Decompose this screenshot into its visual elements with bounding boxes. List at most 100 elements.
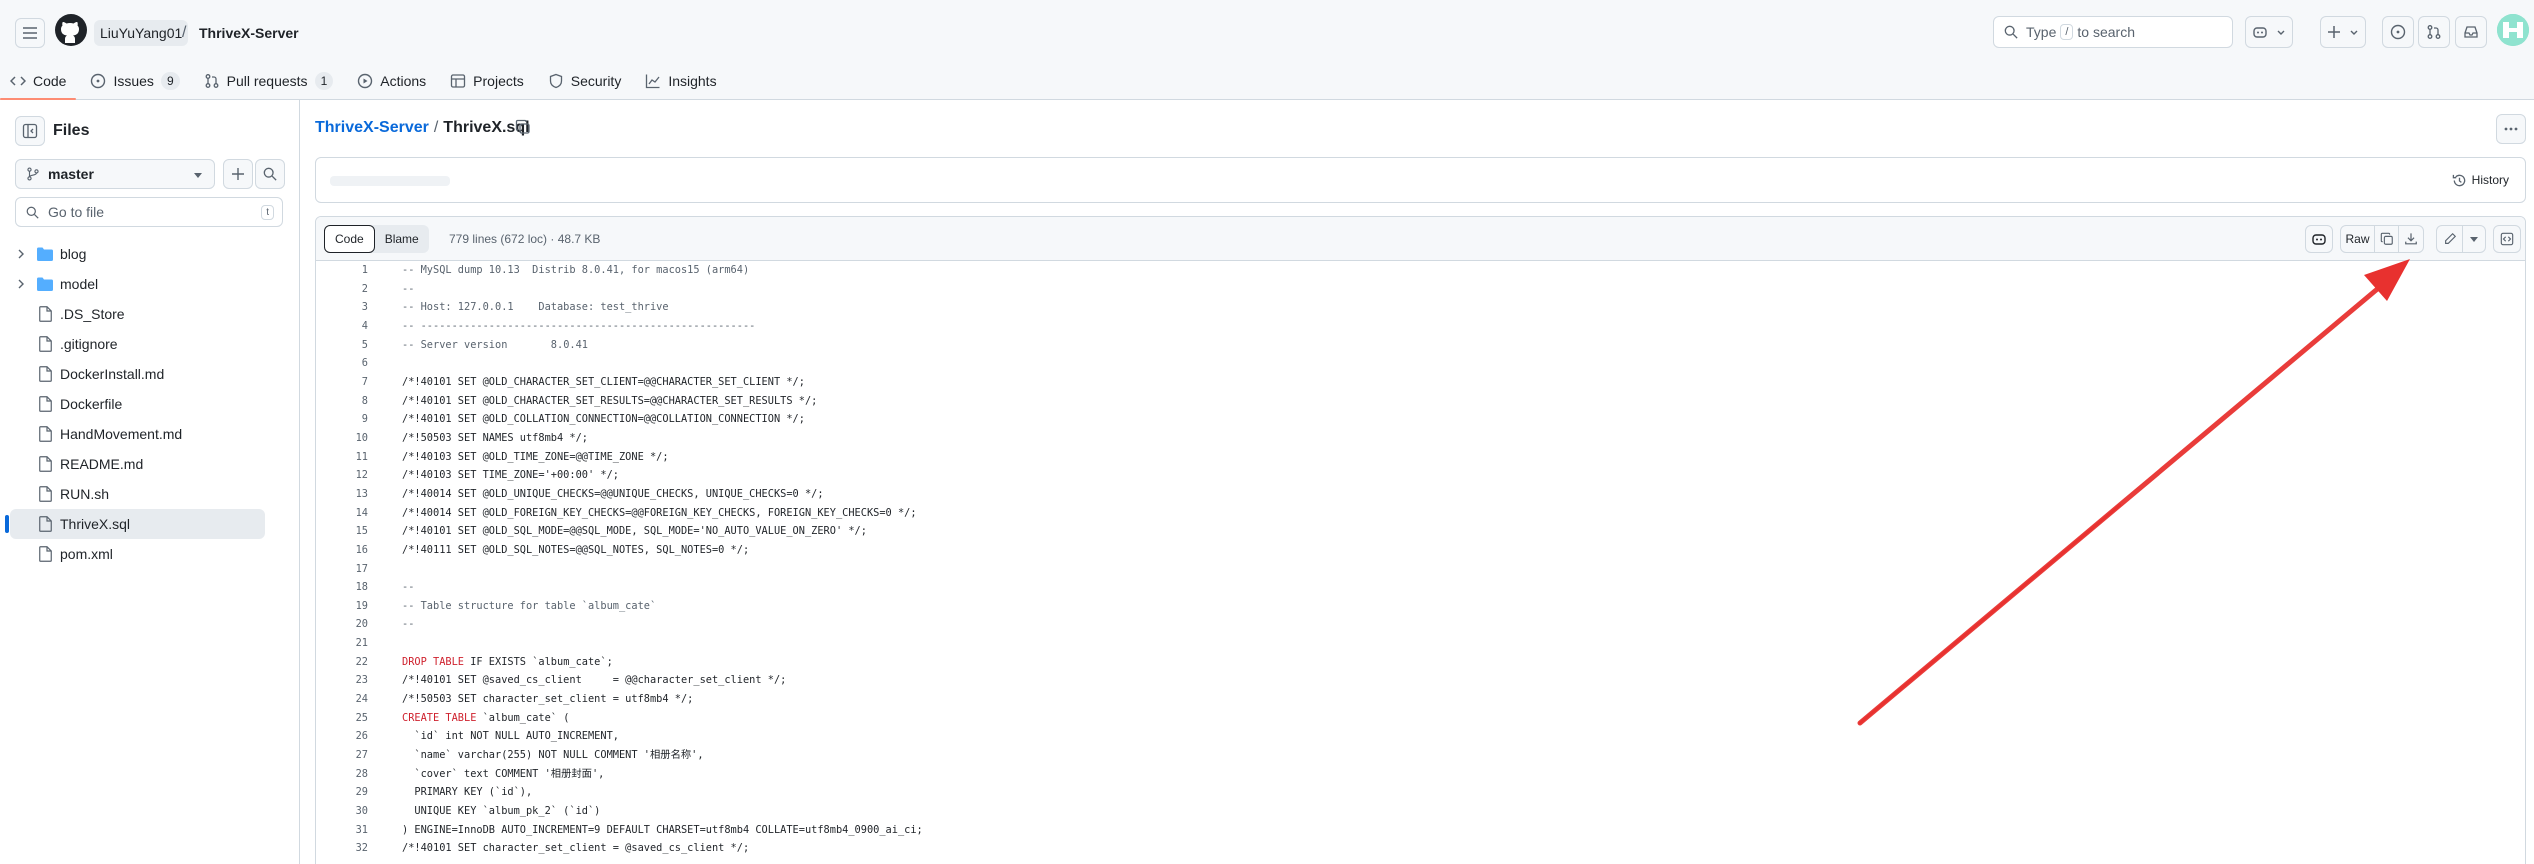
tree-file-dockerinstall[interactable]: DockerInstall.md bbox=[0, 359, 300, 389]
line-number[interactable]: 6 bbox=[316, 354, 368, 373]
line-content: CREATE TABLE `album_cate` ( bbox=[402, 709, 569, 728]
edit-more-dropdown[interactable] bbox=[2463, 226, 2485, 252]
tab-code[interactable]: Code bbox=[0, 66, 77, 100]
line-number[interactable]: 26 bbox=[316, 727, 368, 746]
line-number[interactable]: 7 bbox=[316, 373, 368, 392]
branch-selector[interactable]: master bbox=[15, 159, 215, 189]
line-number[interactable]: 16 bbox=[316, 541, 368, 560]
tab-insights-label: Insights bbox=[668, 73, 717, 89]
line-number[interactable]: 25 bbox=[316, 709, 368, 728]
line-content: /*!40101 SET character_set_client = @sav… bbox=[402, 842, 750, 855]
history-button[interactable]: History bbox=[2444, 166, 2517, 194]
line-number[interactable]: 9 bbox=[316, 410, 368, 429]
copy-raw-button[interactable] bbox=[2375, 226, 2399, 252]
line-number[interactable]: 10 bbox=[316, 429, 368, 448]
line-number[interactable]: 13 bbox=[316, 485, 368, 504]
owner-link[interactable]: LiuYuYang01 bbox=[94, 20, 189, 46]
more-options-button[interactable] bbox=[2496, 114, 2526, 144]
line-content: `name` varchar(255) NOT NULL COMMENT '相册… bbox=[402, 749, 704, 762]
caret-down-icon bbox=[194, 173, 202, 178]
tree-file-handmovement[interactable]: HandMovement.md bbox=[0, 419, 300, 449]
line-number[interactable]: 21 bbox=[316, 634, 368, 653]
tree-file-thrivex-sql[interactable]: ThriveX.sql bbox=[5, 509, 265, 539]
tree-file-pom-xml[interactable]: pom.xml bbox=[0, 539, 300, 569]
line-number[interactable]: 18 bbox=[316, 578, 368, 597]
pull-requests-button[interactable] bbox=[2418, 16, 2450, 48]
create-new-button[interactable] bbox=[2320, 16, 2366, 48]
line-number[interactable]: 8 bbox=[316, 392, 368, 411]
line-number[interactable]: 12 bbox=[316, 466, 368, 485]
line-number[interactable]: 23 bbox=[316, 671, 368, 690]
tree-file-run-sh[interactable]: RUN.sh bbox=[0, 479, 300, 509]
tree-file-dockerfile[interactable]: Dockerfile bbox=[0, 389, 300, 419]
tree-folder-blog[interactable]: blog bbox=[0, 239, 300, 269]
tab-projects[interactable]: Projects bbox=[440, 66, 534, 96]
line-number[interactable]: 4 bbox=[316, 317, 368, 336]
line-number[interactable]: 29 bbox=[316, 783, 368, 802]
line-number[interactable]: 14 bbox=[316, 504, 368, 523]
line-number[interactable]: 20 bbox=[316, 615, 368, 634]
copilot-chat-button[interactable] bbox=[2305, 225, 2333, 253]
line-number[interactable]: 30 bbox=[316, 802, 368, 821]
search-input[interactable]: Type / to search bbox=[1993, 16, 2233, 48]
line-number[interactable]: 28 bbox=[316, 765, 368, 784]
tab-insights[interactable]: Insights bbox=[635, 66, 726, 96]
inbox-icon bbox=[2464, 26, 2478, 38]
blame-view-button[interactable]: Blame bbox=[375, 225, 429, 253]
copy-path-icon[interactable] bbox=[515, 119, 531, 135]
raw-button[interactable]: Raw bbox=[2341, 226, 2375, 252]
file-icon bbox=[39, 516, 52, 532]
symbols-panel-button[interactable] bbox=[2493, 225, 2521, 253]
tab-pull-requests[interactable]: Pull requests 1 bbox=[194, 66, 344, 96]
code-line: 4 -- ------------------------------------… bbox=[316, 317, 2525, 336]
line-number[interactable]: 17 bbox=[316, 560, 368, 579]
line-number[interactable]: 32 bbox=[316, 839, 368, 858]
issues-button[interactable] bbox=[2382, 16, 2414, 48]
tree-file-ds-store[interactable]: .DS_Store bbox=[0, 299, 300, 329]
tree-folder-model[interactable]: model bbox=[0, 269, 300, 299]
copilot-button[interactable] bbox=[2245, 16, 2293, 48]
tab-actions[interactable]: Actions bbox=[347, 66, 436, 96]
tab-issues-label: Issues bbox=[113, 73, 154, 89]
download-raw-button[interactable] bbox=[2399, 226, 2423, 252]
avatar[interactable] bbox=[2497, 14, 2529, 46]
tab-projects-label: Projects bbox=[473, 73, 524, 89]
menu-button[interactable] bbox=[15, 18, 45, 48]
line-number[interactable]: 3 bbox=[316, 298, 368, 317]
tree-file-readme[interactable]: README.md bbox=[0, 449, 300, 479]
go-to-file-input[interactable]: Go to file t bbox=[15, 197, 283, 227]
line-content: /*!50503 SET NAMES utf8mb4 */; bbox=[402, 431, 588, 444]
issue-icon bbox=[91, 73, 106, 89]
history-icon bbox=[2452, 174, 2465, 186]
line-number[interactable]: 15 bbox=[316, 522, 368, 541]
code-content: 1 -- MySQL dump 10.13 Distrib 8.0.41, for… bbox=[316, 261, 2525, 858]
tab-security[interactable]: Security bbox=[538, 66, 632, 96]
inbox-button[interactable] bbox=[2455, 16, 2487, 48]
line-number[interactable]: 19 bbox=[316, 597, 368, 616]
line-number[interactable]: 1 bbox=[316, 261, 368, 280]
line-number[interactable]: 27 bbox=[316, 746, 368, 765]
line-number[interactable]: 11 bbox=[316, 448, 368, 467]
add-file-button[interactable] bbox=[223, 159, 253, 189]
code-line: 19 -- Table structure for table `album_ca… bbox=[316, 597, 2525, 616]
tree-file-gitignore[interactable]: .gitignore bbox=[0, 329, 300, 359]
chevron-right-icon bbox=[18, 249, 24, 259]
repo-nav: Code Issues 9 Pull requests 1 Actions Pr… bbox=[0, 62, 731, 100]
line-number[interactable]: 22 bbox=[316, 653, 368, 672]
copilot-icon bbox=[2253, 27, 2267, 38]
line-number[interactable]: 5 bbox=[316, 336, 368, 355]
line-number[interactable]: 2 bbox=[316, 280, 368, 299]
search-files-button[interactable] bbox=[255, 159, 285, 189]
github-logo-icon[interactable] bbox=[55, 14, 87, 46]
tab-issues[interactable]: Issues 9 bbox=[80, 66, 189, 96]
repo-link[interactable]: ThriveX-Server bbox=[199, 20, 299, 46]
breadcrumb-repo-link[interactable]: ThriveX-Server bbox=[315, 119, 429, 136]
line-number[interactable]: 24 bbox=[316, 690, 368, 709]
collapse-sidebar-button[interactable] bbox=[15, 116, 45, 146]
latest-commit-bar: History bbox=[315, 157, 2526, 203]
edit-actions-group bbox=[2436, 225, 2486, 253]
code-view-button[interactable]: Code bbox=[324, 225, 375, 253]
edit-file-button[interactable] bbox=[2437, 226, 2463, 252]
line-number[interactable]: 31 bbox=[316, 821, 368, 840]
code-line: 5 -- Server version 8.0.41 bbox=[316, 336, 2525, 355]
